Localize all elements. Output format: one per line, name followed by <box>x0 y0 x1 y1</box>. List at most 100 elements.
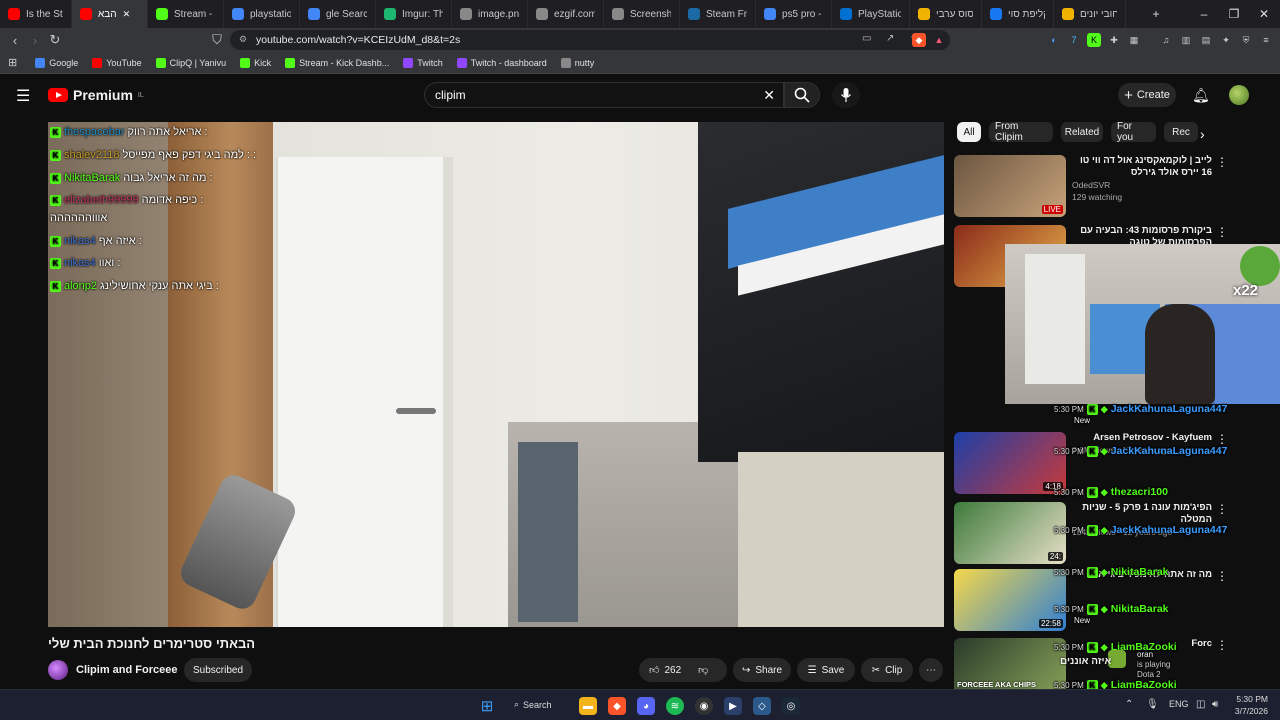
maximize-button[interactable]: ❐ <box>1218 0 1250 28</box>
channel-avatar[interactable] <box>48 660 68 680</box>
browser-tab[interactable]: Steam Fram <box>680 0 756 28</box>
create-button[interactable]: + Create <box>1118 83 1176 107</box>
more-vert-icon[interactable]: ⋮ <box>1216 502 1228 516</box>
bookmark-icon[interactable]: ⛉ <box>208 32 226 48</box>
minimize-button[interactable]: – <box>1188 0 1220 28</box>
browser-tab[interactable]: PlayStation <box>832 0 910 28</box>
save-button[interactable]: ☰ Save <box>797 658 855 682</box>
sidebar-toggle-icon[interactable]: ▥ <box>1179 33 1193 47</box>
tray-overflow-icon[interactable]: ⌃ <box>1125 699 1133 710</box>
apps-grid-icon[interactable]: ⊞ <box>8 56 17 69</box>
clear-search-icon[interactable]: ✕ <box>763 87 775 104</box>
like-count[interactable]: 262 <box>664 665 681 676</box>
extension-translate-icon[interactable]: ◐ <box>1047 33 1061 47</box>
browser-tab[interactable]: ps5 pro - Go <box>756 0 832 28</box>
extension-kick-icon[interactable]: K <box>1087 33 1101 47</box>
new-tab-button[interactable]: + <box>1140 0 1172 28</box>
browser-tab[interactable]: קליפת סוי <box>982 0 1054 28</box>
bookmark-item[interactable]: ClipQ | Yanivu <box>155 57 226 68</box>
obs-icon[interactable]: ◉ <box>695 697 713 715</box>
clock[interactable]: 5:30 PM 3/7/2026 <box>1228 693 1268 717</box>
chips-next-icon[interactable]: › <box>1200 126 1205 142</box>
app-icon[interactable]: ▶ <box>724 697 742 715</box>
browser-tab[interactable]: image.png <box>452 0 528 28</box>
video-player[interactable]: Kthespacebar אריאל אתה רווק : Kshalev2118 ל… <box>48 122 944 627</box>
bookmark-item[interactable]: Kick <box>240 57 271 68</box>
youtube-premium-logo[interactable]: Premium IL <box>48 87 144 103</box>
search-input[interactable]: clipim ✕ <box>424 82 784 108</box>
bookmark-item[interactable]: Twitch <box>403 57 443 68</box>
browser-tab[interactable]: Screenshot <box>604 0 680 28</box>
windows-start-icon[interactable]: ⊞ <box>478 697 496 715</box>
network-icon[interactable]: ◫ <box>1196 699 1205 710</box>
video-thumbnail[interactable]: 4:18 <box>954 432 1066 494</box>
thumbs-down-icon[interactable]: 👎︎ <box>698 664 708 676</box>
forward-icon[interactable]: › <box>26 32 44 48</box>
more-vert-icon[interactable]: ⋮ <box>1216 432 1228 446</box>
discord-icon[interactable]: ◕ <box>637 697 655 715</box>
extension-calendar-icon[interactable]: ▦ <box>1127 33 1141 47</box>
more-vert-icon[interactable]: ⋮ <box>1216 638 1228 652</box>
clip-button[interactable]: ✂ Clip <box>861 658 913 682</box>
spotify-icon[interactable]: ≋ <box>666 697 684 715</box>
browser-tab[interactable]: Is the Steam <box>0 0 72 28</box>
filter-chip[interactable]: From Clipim <box>989 121 1053 143</box>
filter-chip[interactable]: All <box>957 122 981 142</box>
bookmark-item[interactable]: Twitch - dashboard <box>456 57 547 68</box>
video-thumbnail[interactable]: 24: <box>954 502 1066 564</box>
more-vert-icon[interactable]: ⋮ <box>1216 569 1228 583</box>
leo-ai-icon[interactable]: ✦ <box>1219 33 1233 47</box>
video-channel[interactable]: OdedSVR <box>1072 179 1212 191</box>
filter-chip[interactable]: Rec <box>1164 122 1198 142</box>
url-bar[interactable]: ⚙ youtube.com/watch?v=KCEIzUdM_d8&t=2s ▭… <box>230 30 950 50</box>
filter-chip[interactable]: Related <box>1061 122 1103 142</box>
reload-icon[interactable]: ↻ <box>46 32 64 48</box>
brave-browser-icon[interactable]: ◆ <box>608 697 626 715</box>
wallet-icon[interactable]: ▤ <box>1199 33 1213 47</box>
bookmark-item[interactable]: Stream - Kick Dashb... <box>285 57 389 68</box>
more-vert-icon[interactable]: ⋮ <box>1216 155 1228 169</box>
thumbs-up-icon[interactable]: 👍︎ <box>649 664 659 676</box>
menu-icon[interactable]: ≡ <box>1259 33 1273 47</box>
extension-7tv-icon[interactable]: 7 <box>1067 33 1081 47</box>
browser-tab[interactable]: gle Search <box>300 0 376 28</box>
recommended-video[interactable]: 22:58 מה זה אתה לא מכיר ביגי ארט ⋮ <box>954 569 1274 635</box>
browser-tab[interactable]: חובי יונים <box>1054 0 1126 28</box>
avatar[interactable] <box>1229 85 1249 105</box>
brave-rewards-icon[interactable]: ▲ <box>932 33 946 47</box>
cast-icon[interactable]: ▭ <box>862 33 871 44</box>
notifications-bell-icon[interactable]: 🔔︎ <box>1192 87 1210 104</box>
browser-tab[interactable]: סוס ערבי <box>910 0 982 28</box>
file-explorer-icon[interactable]: ▬ <box>579 697 597 715</box>
close-window-button[interactable]: ✕ <box>1248 0 1280 28</box>
app-icon-2[interactable]: ◇ <box>753 697 771 715</box>
media-control-icon[interactable]: ♫ <box>1159 33 1173 47</box>
site-info-icon[interactable]: ⚙ <box>239 34 247 45</box>
share-button[interactable]: ↪ Share <box>733 658 791 682</box>
video-title[interactable]: לייב | לוקמאקסינג אול דה ווי טו 16 יירס … <box>1072 155 1212 179</box>
subscribed-button[interactable]: Subscribed <box>184 658 252 682</box>
steam-icon[interactable]: ◎ <box>782 697 800 715</box>
voice-search-button[interactable] <box>832 82 860 108</box>
browser-tab[interactable]: הבא ✕ <box>72 0 148 28</box>
close-tab-icon[interactable]: ✕ <box>123 9 131 20</box>
browser-tab[interactable]: playstation <box>224 0 300 28</box>
taskbar-search[interactable]: ⌕ Search <box>514 699 552 710</box>
back-icon[interactable]: ‹ <box>6 32 24 48</box>
video-title[interactable]: Arsen Petrosov - Kayfuem <box>1072 432 1212 444</box>
bookmark-item[interactable]: YouTube <box>92 57 142 68</box>
language-indicator[interactable]: ENG <box>1169 699 1189 709</box>
brave-shield-icon[interactable]: ◆ <box>912 33 926 47</box>
browser-tab[interactable]: Stream - Ki <box>148 0 224 28</box>
extension-puzzle-icon[interactable]: ✚ <box>1107 33 1121 47</box>
browser-tab[interactable]: ezgif.com- <box>528 0 604 28</box>
more-vert-icon[interactable]: ⋮ <box>1216 225 1228 239</box>
channel-name[interactable]: Clipim and Forceee <box>76 664 177 676</box>
vpn-icon[interactable]: ⛨ <box>1239 33 1253 47</box>
video-title[interactable]: הפיג'מות עונה 1 פרק 5 - שניות המטלה <box>1072 502 1212 526</box>
bookmark-item[interactable]: nutty <box>560 57 594 68</box>
video-thumbnail[interactable]: LIVE <box>954 155 1066 217</box>
more-actions-button[interactable]: ⋯ <box>919 658 943 682</box>
recommended-video[interactable]: LIVE לייב | לוקמאקסינג אול דה ווי טו 16 י… <box>954 155 1274 221</box>
search-button[interactable] <box>784 82 820 108</box>
